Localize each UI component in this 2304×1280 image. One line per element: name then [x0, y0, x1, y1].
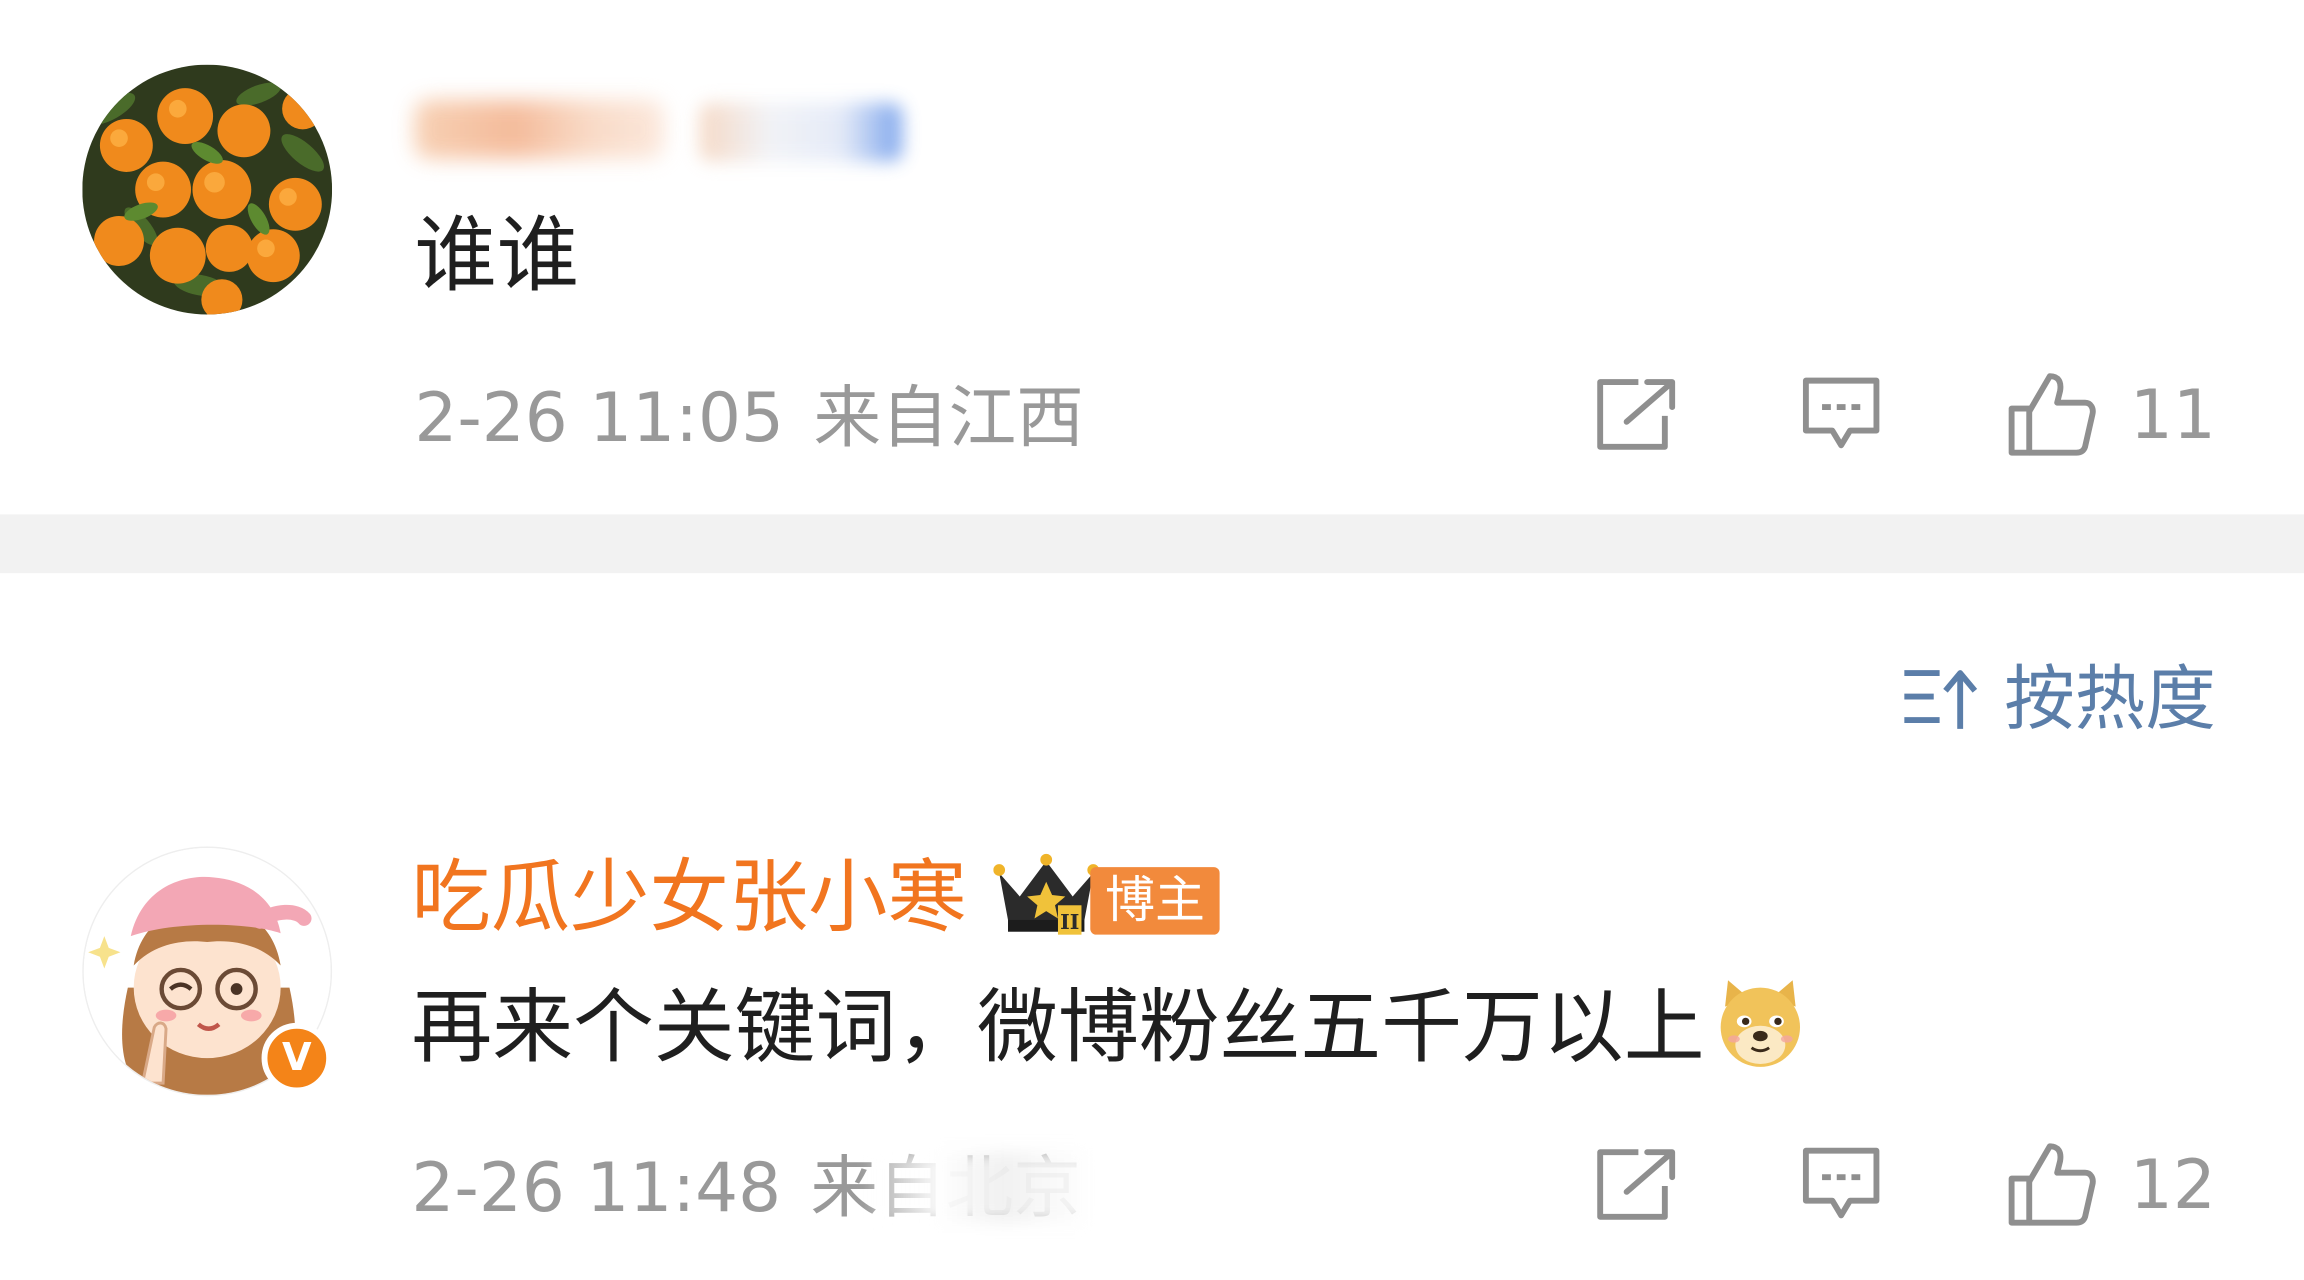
comment-icon: [1803, 1147, 1881, 1219]
author-row: 吃瓜少女张小寒 II 博主: [411, 849, 1220, 946]
comment-text: 再来个关键词，微博粉丝五千万以上: [411, 976, 1807, 1080]
svg-text:II: II: [1060, 910, 1079, 934]
comment-time: 2-26 11:05: [414, 377, 785, 458]
reply-button[interactable]: [1801, 375, 1883, 454]
orange-fruit-avatar-icon: [82, 64, 333, 315]
comment-actions: 12: [1595, 1140, 2216, 1228]
comment-location: 来自江西: [813, 377, 1084, 458]
section-divider: [0, 514, 2304, 574]
comment-location: 来自北京: [811, 1146, 1090, 1228]
like-count: 12: [2129, 1144, 2216, 1225]
author-name[interactable]: 吃瓜少女张小寒: [411, 849, 966, 946]
like-button[interactable]: 11: [2006, 370, 2216, 458]
verified-badge-icon: V: [261, 1022, 333, 1094]
comment-text: 谁谁: [414, 208, 579, 305]
sort-label: 按热度: [2004, 658, 2216, 741]
repost-button[interactable]: [1595, 378, 1677, 451]
comment-time: 2-26 11:48: [411, 1147, 782, 1228]
like-button[interactable]: 12: [2006, 1140, 2216, 1228]
sort-icon: [1904, 670, 1978, 729]
like-count: 11: [2129, 374, 2216, 455]
author-name-redacted[interactable]: [414, 91, 905, 162]
thumbs-up-icon: [2009, 373, 2097, 456]
sort-by-hot-button[interactable]: 按热度: [1901, 655, 2216, 743]
reply-button[interactable]: [1801, 1145, 1883, 1224]
thumbs-up-icon: [2009, 1143, 2097, 1226]
comment-item: 谁谁 2-26 11:05 来自江西 11: [0, 0, 2304, 514]
avatar[interactable]: [82, 64, 333, 315]
comment-text-content: 再来个关键词，微博粉丝五千万以上: [411, 980, 1705, 1075]
doge-emoji-icon: [1713, 977, 1807, 1071]
comment-meta: 2-26 11:05 来自江西: [414, 376, 1083, 458]
comment-meta: 2-26 11:48 来自北京: [411, 1146, 1090, 1228]
comment-feed: 谁谁 2-26 11:05 来自江西 11 按热度 再来个关键词，微博粉丝五千万…: [0, 0, 2304, 1280]
share-icon: [1597, 1149, 1676, 1220]
comment-actions: 11: [1595, 370, 2216, 458]
comment-icon: [1803, 377, 1881, 449]
share-icon: [1597, 379, 1676, 450]
blogger-badge: 博主: [1090, 867, 1220, 935]
crown-level-icon: II: [993, 853, 1100, 935]
repost-button[interactable]: [1595, 1148, 1677, 1221]
